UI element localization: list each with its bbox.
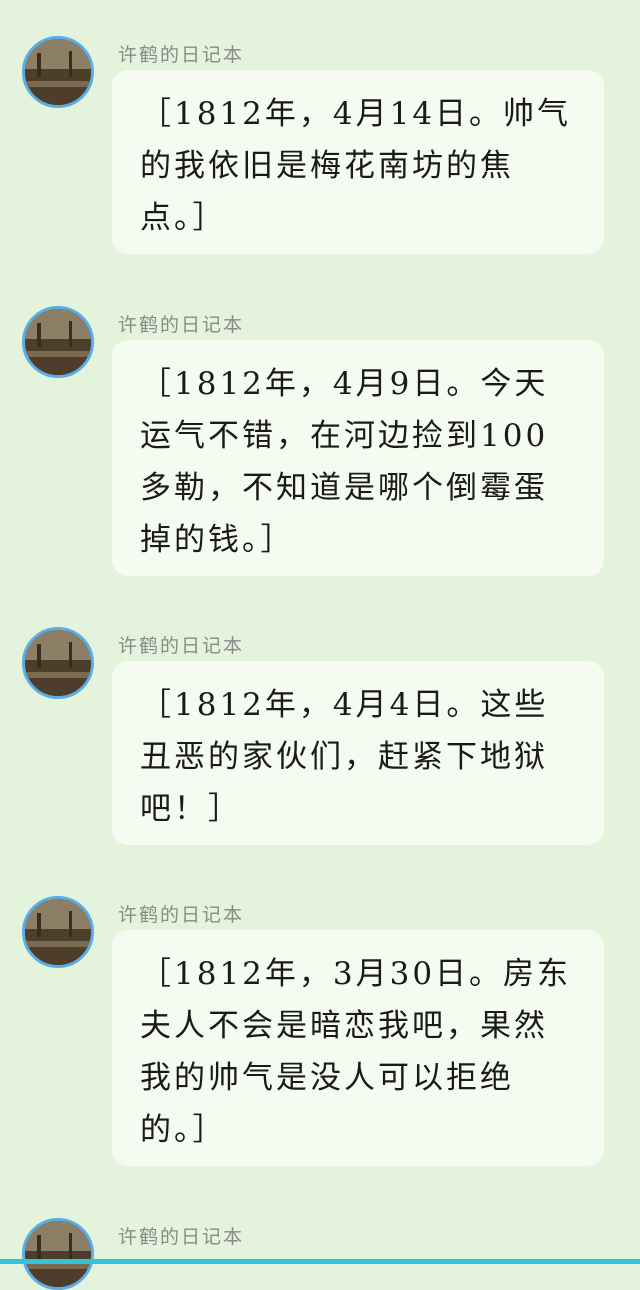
avatar[interactable] (22, 306, 94, 378)
landscape-painting-icon (25, 899, 91, 965)
sender-name: 许鹤的日记本 (118, 635, 245, 657)
message-bubble[interactable]: ［1812年，4月9日。今天运气不错，在河边捡到100多勒，不知道是哪个倒霉蛋掉… (112, 340, 604, 576)
avatar[interactable] (22, 896, 94, 968)
bottom-bar (0, 1259, 640, 1264)
landscape-painting-icon (25, 630, 91, 696)
avatar[interactable] (22, 1218, 94, 1290)
sender-name: 许鹤的日记本 (118, 314, 245, 336)
message-text: ［1812年，4月4日。这些丑恶的家伙们，赶紧下地狱吧！］ (140, 687, 549, 827)
chat-message-list[interactable]: 许鹤的日记本 ［1812年，4月14日。帅气的我依旧是梅花南坊的焦点。］ 许鹤的… (0, 0, 640, 1290)
message-bubble[interactable]: ［1812年，4月4日。这些丑恶的家伙们，赶紧下地狱吧！］ (112, 661, 604, 845)
landscape-painting-icon (25, 39, 91, 105)
avatar[interactable] (22, 36, 94, 108)
sender-name: 许鹤的日记本 (118, 44, 245, 66)
sender-name: 许鹤的日记本 (118, 1226, 245, 1248)
message-text: ［1812年，3月30日。房东夫人不会是暗恋我吧，果然我的帅气是没人可以拒绝的。… (140, 956, 572, 1148)
landscape-painting-icon (25, 309, 91, 375)
sender-name: 许鹤的日记本 (118, 904, 245, 926)
avatar[interactable] (22, 627, 94, 699)
message-bubble[interactable]: ［1812年，4月14日。帅气的我依旧是梅花南坊的焦点。］ (112, 70, 604, 254)
message-text: ［1812年，4月14日。帅气的我依旧是梅花南坊的焦点。］ (140, 96, 572, 236)
message-text: ［1812年，4月9日。今天运气不错，在河边捡到100多勒，不知道是哪个倒霉蛋掉… (140, 366, 549, 558)
message-bubble[interactable]: ［1812年，3月30日。房东夫人不会是暗恋我吧，果然我的帅气是没人可以拒绝的。… (112, 930, 604, 1166)
landscape-painting-icon (25, 1221, 91, 1287)
